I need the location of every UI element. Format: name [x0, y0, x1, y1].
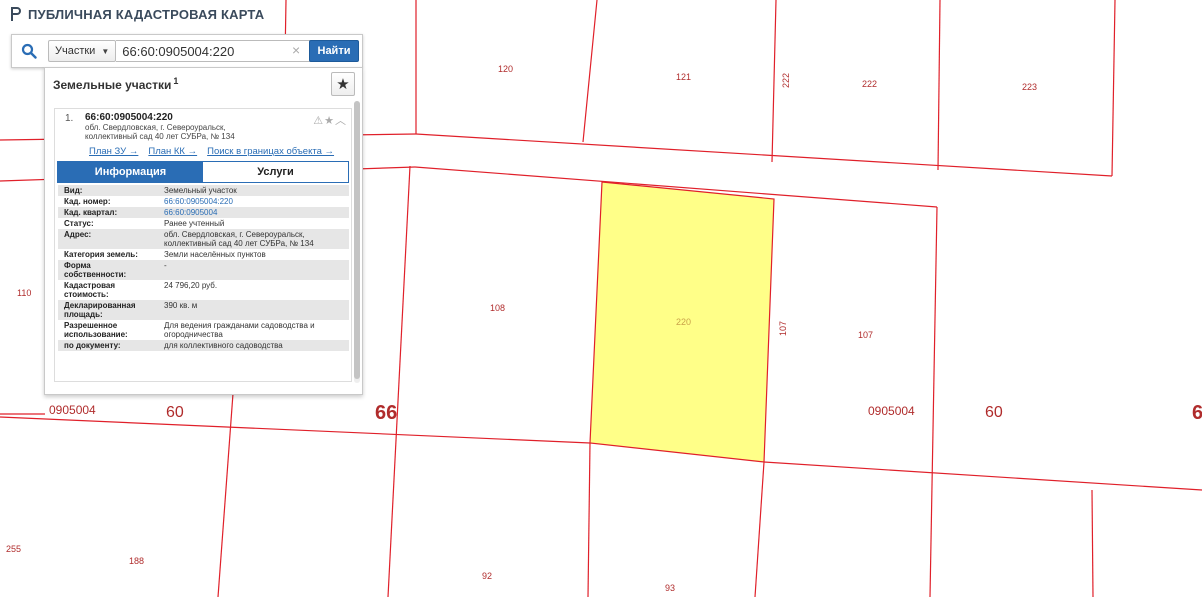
- info-row: Категория земель: Земли населённых пункто…: [58, 249, 349, 260]
- result-links: План ЗУ → План КК → Поиск в границах объ…: [89, 146, 334, 157]
- info-value[interactable]: 66:60:0905004: [158, 207, 349, 218]
- chevron-up-icon[interactable]: ︿: [335, 115, 347, 127]
- panel-header: Земельные участки 1: [45, 68, 362, 100]
- app-title: ПУБЛИЧНАЯ КАДАСТРОВАЯ КАРТА: [28, 6, 265, 22]
- tab-services[interactable]: Услуги: [203, 162, 348, 182]
- info-key: Кад. номер:: [64, 197, 111, 206]
- info-key: Разрешенное использование:: [64, 321, 128, 339]
- search-type-label: Участки: [55, 45, 96, 57]
- plot-label-255: 255: [6, 544, 21, 554]
- plot-label-107-vertical: 107: [778, 321, 788, 336]
- info-key: Форма собственности:: [58, 260, 158, 280]
- info-key: Категория земель:: [64, 250, 138, 259]
- plot-label-222: 222: [862, 79, 877, 89]
- search-icon[interactable]: [12, 35, 46, 67]
- info-row: по документу: для коллективного садоводст…: [58, 340, 349, 351]
- search-in-bounds-link[interactable]: Поиск в границах объекта →: [207, 146, 334, 157]
- info-value: для коллективного садоводства: [158, 340, 349, 351]
- region-label-66-right: 6: [1192, 402, 1202, 424]
- plan-zu-link[interactable]: План ЗУ →: [89, 146, 138, 157]
- info-key: Вид:: [58, 185, 158, 196]
- plot-label-222-vertical: 222: [781, 73, 791, 88]
- info-row: Кад. квартал: 66:60:0905004: [58, 207, 349, 218]
- info-row: Декларированная площадь: 390 кв. м: [58, 300, 349, 320]
- search-input[interactable]: [116, 40, 315, 62]
- quarter-label-right: 0905004: [868, 404, 915, 418]
- info-value[interactable]: 66:60:0905004:220: [158, 196, 349, 207]
- plot-label-108: 108: [490, 303, 505, 313]
- result-card[interactable]: 1. 66:60:0905004:220 обл. Свердловская, …: [54, 108, 352, 382]
- app-header: ПУБЛИЧНАЯ КАДАСТРОВАЯ КАРТА: [8, 6, 264, 22]
- favorite-star-button[interactable]: ★: [331, 72, 355, 96]
- result-tabs: Информация Услуги: [57, 161, 349, 183]
- panel-title-text: Земельные участки: [53, 78, 172, 92]
- info-key: Декларированная площадь:: [58, 300, 158, 320]
- plot-label-120: 120: [498, 64, 513, 74]
- star-outline-icon[interactable]: ★: [324, 115, 335, 127]
- star-icon: ★: [336, 76, 350, 93]
- info-row: Вид: Земельный участок: [58, 185, 349, 196]
- plan-kk-link[interactable]: План КК →: [148, 146, 197, 157]
- search-type-select[interactable]: Участки ▼: [48, 40, 117, 62]
- info-table: Вид: Земельный участок Кад. номер: 66:60:09…: [58, 185, 349, 351]
- result-address-line2: коллективный сад 40 лет СУБРа, № 134: [85, 132, 235, 141]
- info-value: 390 кв. м: [158, 300, 349, 320]
- info-value: Земельный участок: [158, 185, 349, 196]
- info-row: Статус: Ранее учтенный: [58, 218, 349, 229]
- info-value: Ранее учтенный: [164, 219, 225, 228]
- info-row: Форма собственности: -: [58, 260, 349, 280]
- info-row: Кад. номер: 66:60:0905004:220: [58, 196, 349, 207]
- result-index: 1.: [65, 113, 74, 124]
- plot-label-188: 188: [129, 556, 144, 566]
- plot-label-121: 121: [676, 72, 691, 82]
- district-label-60-left: 60: [166, 404, 184, 421]
- plot-label-220: 220: [676, 317, 691, 327]
- results-panel: Земельные участки 1 ★ 1. 66:60:0905004:22…: [44, 67, 363, 395]
- info-row: Разрешенное использование: Для ведения гр…: [58, 320, 349, 340]
- result-count: 1: [173, 76, 179, 86]
- panel-title: Земельные участки 1: [53, 76, 178, 92]
- info-value: -: [158, 260, 349, 280]
- plot-label-93: 93: [665, 583, 675, 593]
- panel-scrollbar[interactable]: [354, 101, 360, 383]
- search-bar: Участки ▼ × Найти: [11, 34, 363, 68]
- find-button[interactable]: Найти: [309, 40, 359, 62]
- info-key: по документу:: [58, 340, 158, 351]
- district-label-60-right: 60: [985, 404, 1003, 421]
- chevron-down-icon: ▼: [101, 46, 110, 56]
- clear-icon[interactable]: ×: [292, 42, 300, 58]
- result-actions: ⚠★︿: [313, 112, 347, 128]
- info-key: Кад. квартал:: [58, 207, 158, 218]
- info-key: Статус:: [64, 219, 94, 228]
- plot-label-107: 107: [858, 330, 873, 340]
- info-value: Земли населённых пунктов: [164, 250, 266, 259]
- result-address: обл. Свердловская, г. Североуральск, кол…: [85, 123, 285, 141]
- info-row: Кадастровая стоимость: 24 796,20 руб.: [58, 280, 349, 300]
- logo-icon: [11, 7, 21, 21]
- plot-label-223: 223: [1022, 82, 1037, 92]
- result-cad-number[interactable]: 66:60:0905004:220: [85, 112, 173, 123]
- info-value: обл. Свердловская, г. Североуральск, кол…: [158, 229, 349, 249]
- info-key: Адрес:: [58, 229, 158, 249]
- region-label-66: 66: [375, 402, 397, 424]
- plot-label-92: 92: [482, 571, 492, 581]
- info-value: Для ведения гражданами садоводства и ого…: [164, 321, 315, 339]
- result-address-line1: обл. Свердловская, г. Североуральск,: [85, 123, 226, 132]
- quarter-label-left: 0905004: [49, 403, 96, 417]
- info-row: Адрес: обл. Свердловская, г. Североуральс…: [58, 229, 349, 249]
- scrollbar-thumb[interactable]: [354, 101, 360, 379]
- info-value: 24 796,20 руб.: [164, 281, 218, 290]
- info-key: Кадастровая стоимость:: [64, 281, 116, 299]
- plot-label-110: 110: [17, 288, 31, 298]
- tab-info[interactable]: Информация: [58, 162, 203, 182]
- warning-icon[interactable]: ⚠: [313, 115, 324, 127]
